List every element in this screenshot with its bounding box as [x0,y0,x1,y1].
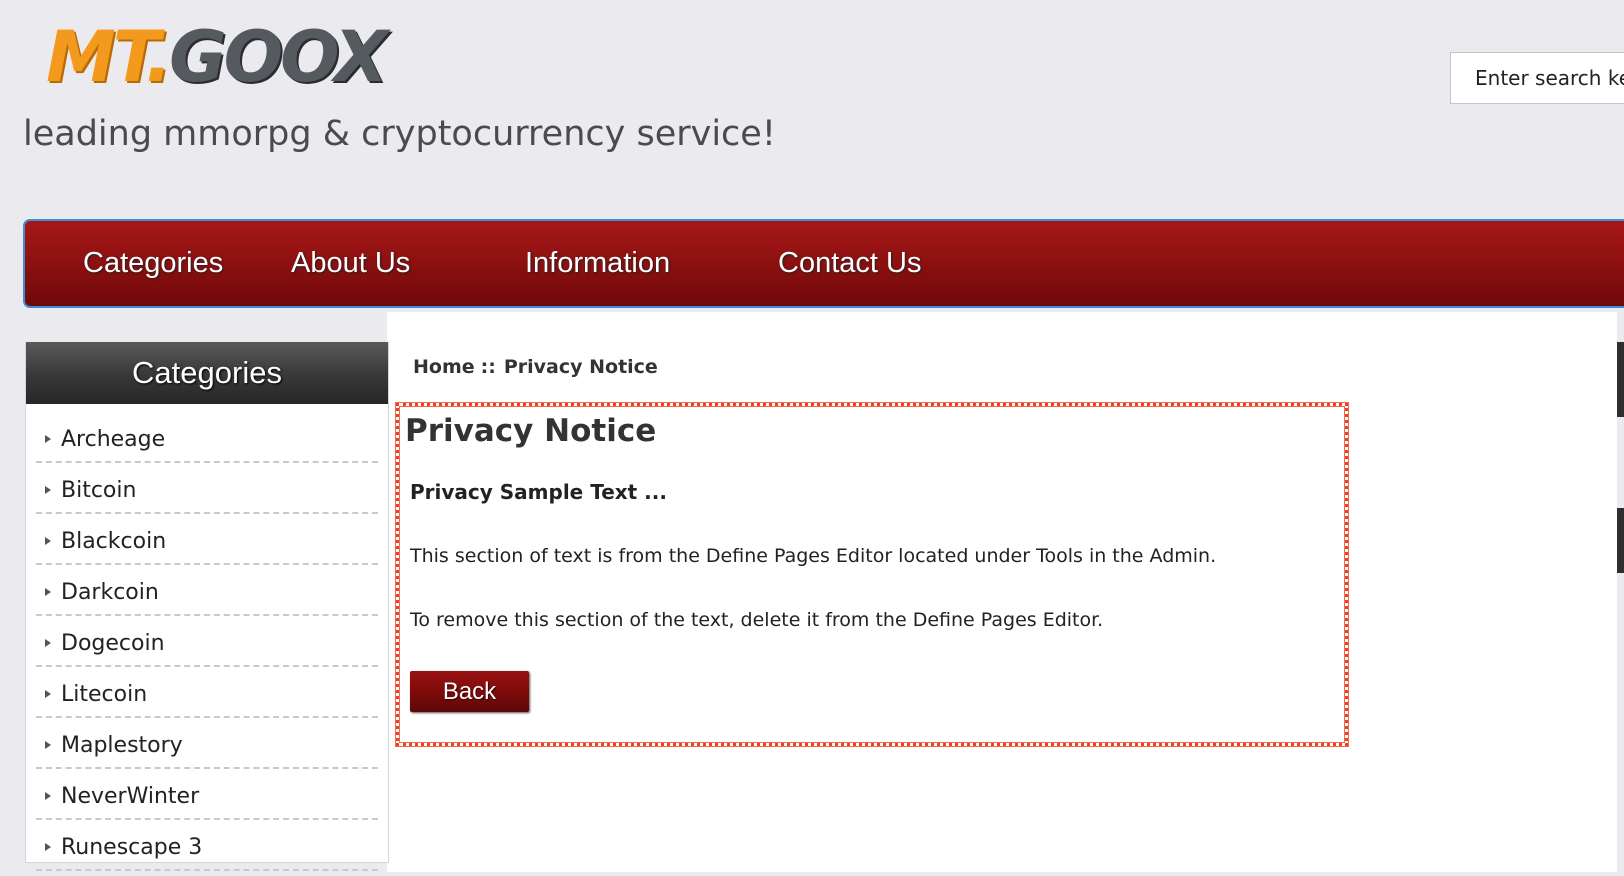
content-subtitle: Privacy Sample Text ... [410,480,667,504]
bullet-arrow-icon [45,639,51,647]
logo-goox: GOOX [169,16,388,98]
nav-item-about-us[interactable]: About Us [291,221,410,306]
category-item-darkcoin[interactable]: Darkcoin [36,565,378,616]
bullet-arrow-icon [45,741,51,749]
bullet-arrow-icon [45,435,51,443]
nav-item-information[interactable]: Information [525,221,670,306]
category-item-bitcoin[interactable]: Bitcoin [36,463,378,514]
right-column-edge [1617,508,1624,573]
category-label: Dogecoin [61,631,165,656]
page-title: Privacy Notice [405,413,657,449]
categories-sidebar: Categories Archeage Bitcoin Blackcoin Da… [25,342,389,871]
category-item-litecoin[interactable]: Litecoin [36,667,378,718]
site-tagline: leading mmorpg & cryptocurrency service! [23,114,776,154]
category-item-blackcoin[interactable]: Blackcoin [36,514,378,565]
bullet-arrow-icon [45,537,51,545]
bullet-arrow-icon [45,486,51,494]
bullet-arrow-icon [45,690,51,698]
search-input[interactable] [1450,52,1624,104]
content-paragraph: To remove this section of the text, dele… [410,609,1104,631]
main-nav: Categories About Us Information Contact … [23,219,1624,308]
category-label: Archeage [61,427,166,452]
content-paragraph: This section of text is from the Define … [410,545,1217,567]
category-label: Blackcoin [61,529,167,554]
right-column-edge [1617,342,1624,417]
site-logo[interactable]: MT.GOOX [46,18,506,96]
category-label: NeverWinter [61,784,200,809]
category-item-neverwinter[interactable]: NeverWinter [36,769,378,820]
category-label: Runescape 3 [61,835,203,860]
sidebar-heading: Categories [26,342,388,404]
bullet-arrow-icon [45,588,51,596]
category-label: Darkcoin [61,580,159,605]
category-label: Bitcoin [61,478,137,503]
category-label: Litecoin [61,682,148,707]
category-list: Archeage Bitcoin Blackcoin Darkcoin Doge… [26,404,388,871]
back-button[interactable]: Back [410,671,529,712]
category-item-maplestory[interactable]: Maplestory [36,718,378,769]
category-item-dogecoin[interactable]: Dogecoin [36,616,378,667]
breadcrumb: Home:: Privacy Notice [413,356,658,378]
nav-item-contact-us[interactable]: Contact Us [778,221,921,306]
bullet-arrow-icon [45,792,51,800]
breadcrumb-home-link[interactable]: Home [413,356,475,378]
logo-mt: MT. [46,16,172,98]
breadcrumb-separator: :: [480,356,496,378]
category-item-archeage[interactable]: Archeage [36,412,378,463]
nav-item-categories[interactable]: Categories [83,221,223,306]
category-label: Maplestory [61,733,183,758]
category-item-runescape-3[interactable]: Runescape 3 [36,820,378,871]
highlight-annotation-box [396,403,1348,746]
breadcrumb-current: Privacy Notice [503,356,658,378]
